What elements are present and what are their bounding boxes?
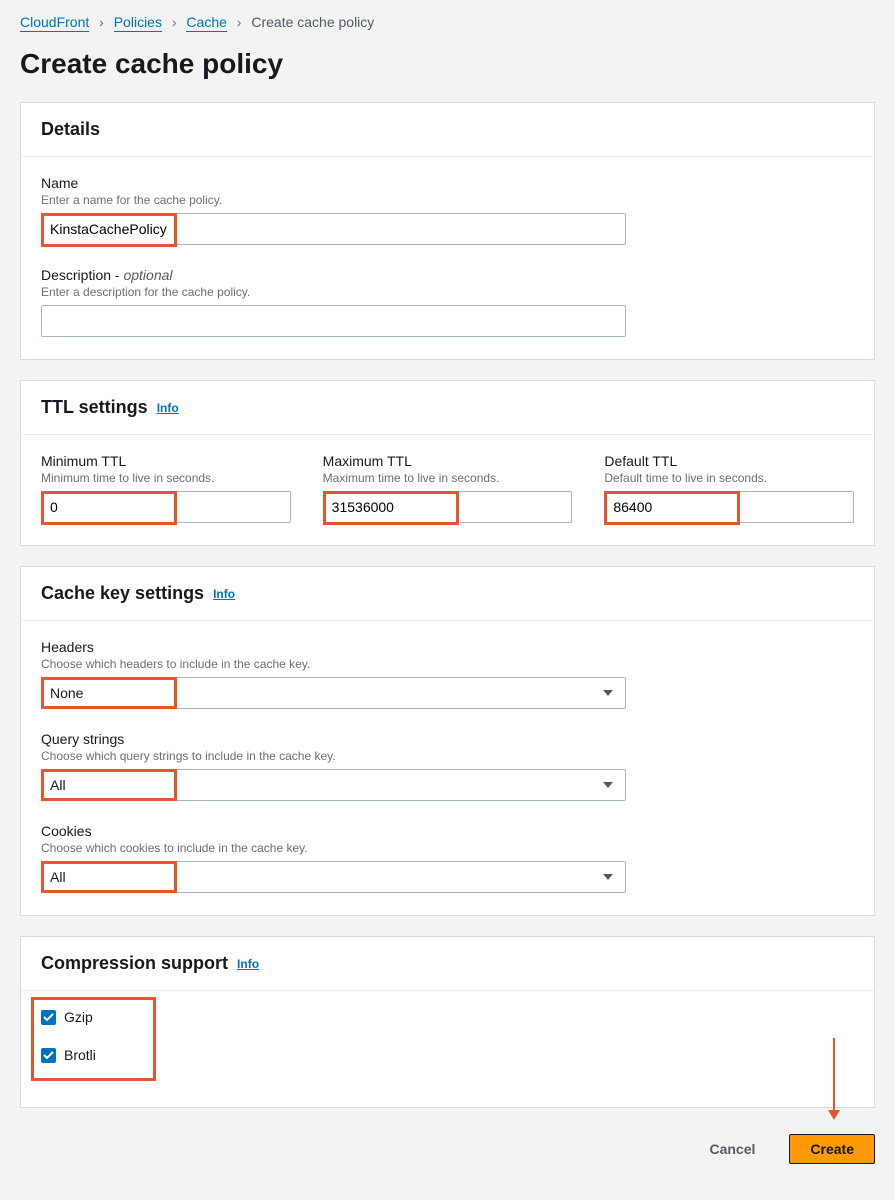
name-label: Name bbox=[41, 175, 854, 191]
cache-key-panel: Cache key settings Info Headers Choose w… bbox=[20, 566, 875, 916]
cookies-desc: Choose which cookies to include in the c… bbox=[41, 841, 854, 855]
breadcrumb-link-policies[interactable]: Policies bbox=[114, 14, 162, 32]
cookies-label: Cookies bbox=[41, 823, 854, 839]
breadcrumb-link-cloudfront[interactable]: CloudFront bbox=[20, 14, 89, 32]
min-ttl-input[interactable] bbox=[41, 491, 291, 523]
page-title: Create cache policy bbox=[20, 48, 875, 80]
headers-label: Headers bbox=[41, 639, 854, 655]
max-ttl-desc: Maximum time to live in seconds. bbox=[323, 471, 573, 485]
min-ttl-desc: Minimum time to live in seconds. bbox=[41, 471, 291, 485]
query-strings-label: Query strings bbox=[41, 731, 854, 747]
name-input[interactable] bbox=[41, 213, 626, 245]
name-desc: Enter a name for the cache policy. bbox=[41, 193, 854, 207]
cookies-select[interactable]: All bbox=[41, 861, 626, 893]
create-button[interactable]: Create bbox=[789, 1134, 875, 1164]
compression-header: Compression support Info bbox=[21, 937, 874, 991]
max-ttl-input[interactable] bbox=[323, 491, 573, 523]
min-ttl-label: Minimum TTL bbox=[41, 453, 291, 469]
headers-select-value: None bbox=[42, 681, 591, 705]
chevron-down-icon bbox=[591, 690, 625, 696]
details-panel: Details Name Enter a name for the cache … bbox=[20, 102, 875, 360]
chevron-down-icon bbox=[591, 874, 625, 880]
headers-select[interactable]: None bbox=[41, 677, 626, 709]
ttl-header: TTL settings Info bbox=[21, 381, 874, 435]
description-label: Description - optional bbox=[41, 267, 854, 283]
form-actions: Cancel Create bbox=[20, 1128, 875, 1170]
breadcrumb: CloudFront › Policies › Cache › Create c… bbox=[20, 14, 875, 30]
compression-info-link[interactable]: Info bbox=[237, 957, 259, 971]
description-input[interactable] bbox=[41, 305, 626, 337]
details-header: Details bbox=[21, 103, 874, 157]
default-ttl-input[interactable] bbox=[604, 491, 854, 523]
chevron-right-icon: › bbox=[99, 14, 104, 30]
cookies-select-value: All bbox=[42, 865, 591, 889]
chevron-right-icon: › bbox=[172, 14, 177, 30]
description-desc: Enter a description for the cache policy… bbox=[41, 285, 854, 299]
gzip-label: Gzip bbox=[64, 1009, 93, 1025]
ttl-info-link[interactable]: Info bbox=[157, 401, 179, 415]
query-strings-desc: Choose which query strings to include in… bbox=[41, 749, 854, 763]
query-strings-select-value: All bbox=[42, 773, 591, 797]
default-ttl-desc: Default time to live in seconds. bbox=[604, 471, 854, 485]
cache-key-header: Cache key settings Info bbox=[21, 567, 874, 621]
compression-panel: Compression support Info Gzip Brotli bbox=[20, 936, 875, 1108]
cache-key-info-link[interactable]: Info bbox=[213, 587, 235, 601]
gzip-checkbox[interactable] bbox=[41, 1010, 56, 1025]
cancel-button[interactable]: Cancel bbox=[689, 1135, 775, 1163]
brotli-label: Brotli bbox=[64, 1047, 96, 1063]
breadcrumb-link-cache[interactable]: Cache bbox=[186, 14, 226, 32]
max-ttl-label: Maximum TTL bbox=[323, 453, 573, 469]
ttl-panel: TTL settings Info Minimum TTL Minimum ti… bbox=[20, 380, 875, 546]
brotli-checkbox[interactable] bbox=[41, 1048, 56, 1063]
breadcrumb-current: Create cache policy bbox=[251, 14, 374, 30]
chevron-right-icon: › bbox=[237, 14, 242, 30]
default-ttl-label: Default TTL bbox=[604, 453, 854, 469]
query-strings-select[interactable]: All bbox=[41, 769, 626, 801]
headers-desc: Choose which headers to include in the c… bbox=[41, 657, 854, 671]
chevron-down-icon bbox=[591, 782, 625, 788]
